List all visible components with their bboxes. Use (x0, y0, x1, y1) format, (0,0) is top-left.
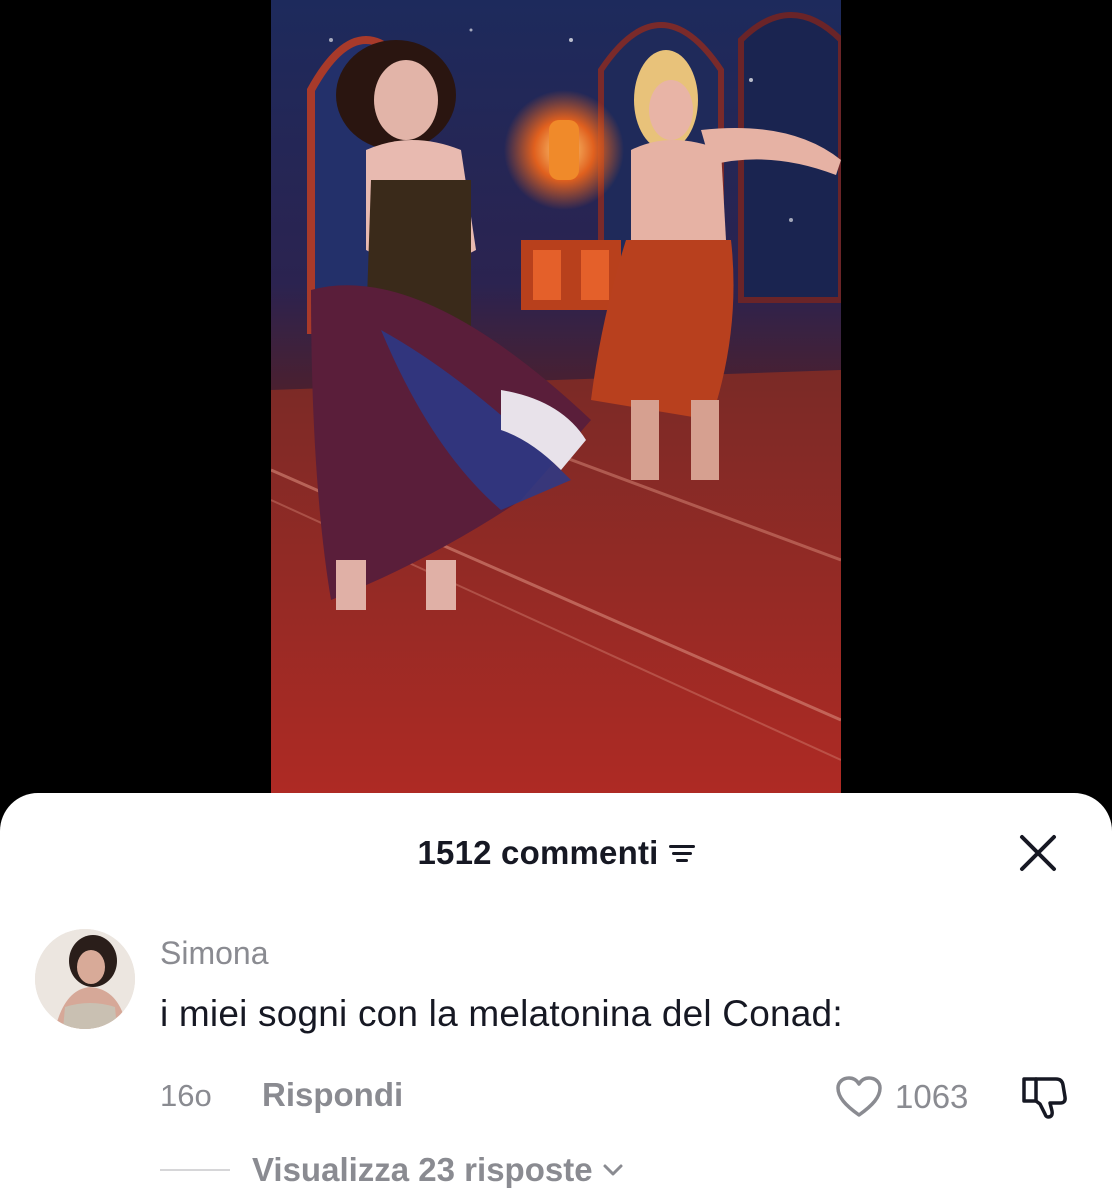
like-button[interactable]: 1063 (835, 1073, 968, 1121)
replies-divider (160, 1169, 230, 1171)
close-icon (1020, 835, 1056, 871)
app-screen: 1512 commenti Simona i miei sogni con la… (0, 0, 1112, 1200)
reply-button[interactable]: Rispondi (262, 1076, 403, 1114)
comments-header: 1512 commenti (0, 823, 1112, 883)
close-button[interactable] (1016, 831, 1060, 875)
comment-count-label: 1512 commenti (417, 834, 659, 871)
dislike-button[interactable] (1018, 1073, 1070, 1121)
view-replies-label: Visualizza 23 risposte (252, 1151, 593, 1188)
filter-icon[interactable] (668, 842, 695, 864)
thumbs-down-icon (1022, 1077, 1067, 1119)
view-replies-button[interactable]: Visualizza 23 risposte (160, 1148, 625, 1192)
chevron-down-icon (603, 1164, 623, 1176)
comment-text: i miei sogni con la melatonina del Conad… (160, 993, 843, 1034)
heart-outline-icon (836, 1076, 882, 1117)
comment-timestamp: 16o (160, 1078, 212, 1113)
video-player[interactable] (271, 0, 841, 810)
comment-actions: 16o Rispondi 1063 (160, 1073, 1080, 1123)
like-count: 1063 (895, 1078, 969, 1115)
video-frame-image (271, 0, 841, 810)
comments-sheet: 1512 commenti Simona i miei sogni con la… (0, 793, 1112, 1200)
comment-item: Simona i miei sogni con la melatonina de… (0, 923, 1112, 1200)
comment-username[interactable]: Simona (160, 935, 269, 972)
avatar[interactable] (35, 929, 135, 1029)
